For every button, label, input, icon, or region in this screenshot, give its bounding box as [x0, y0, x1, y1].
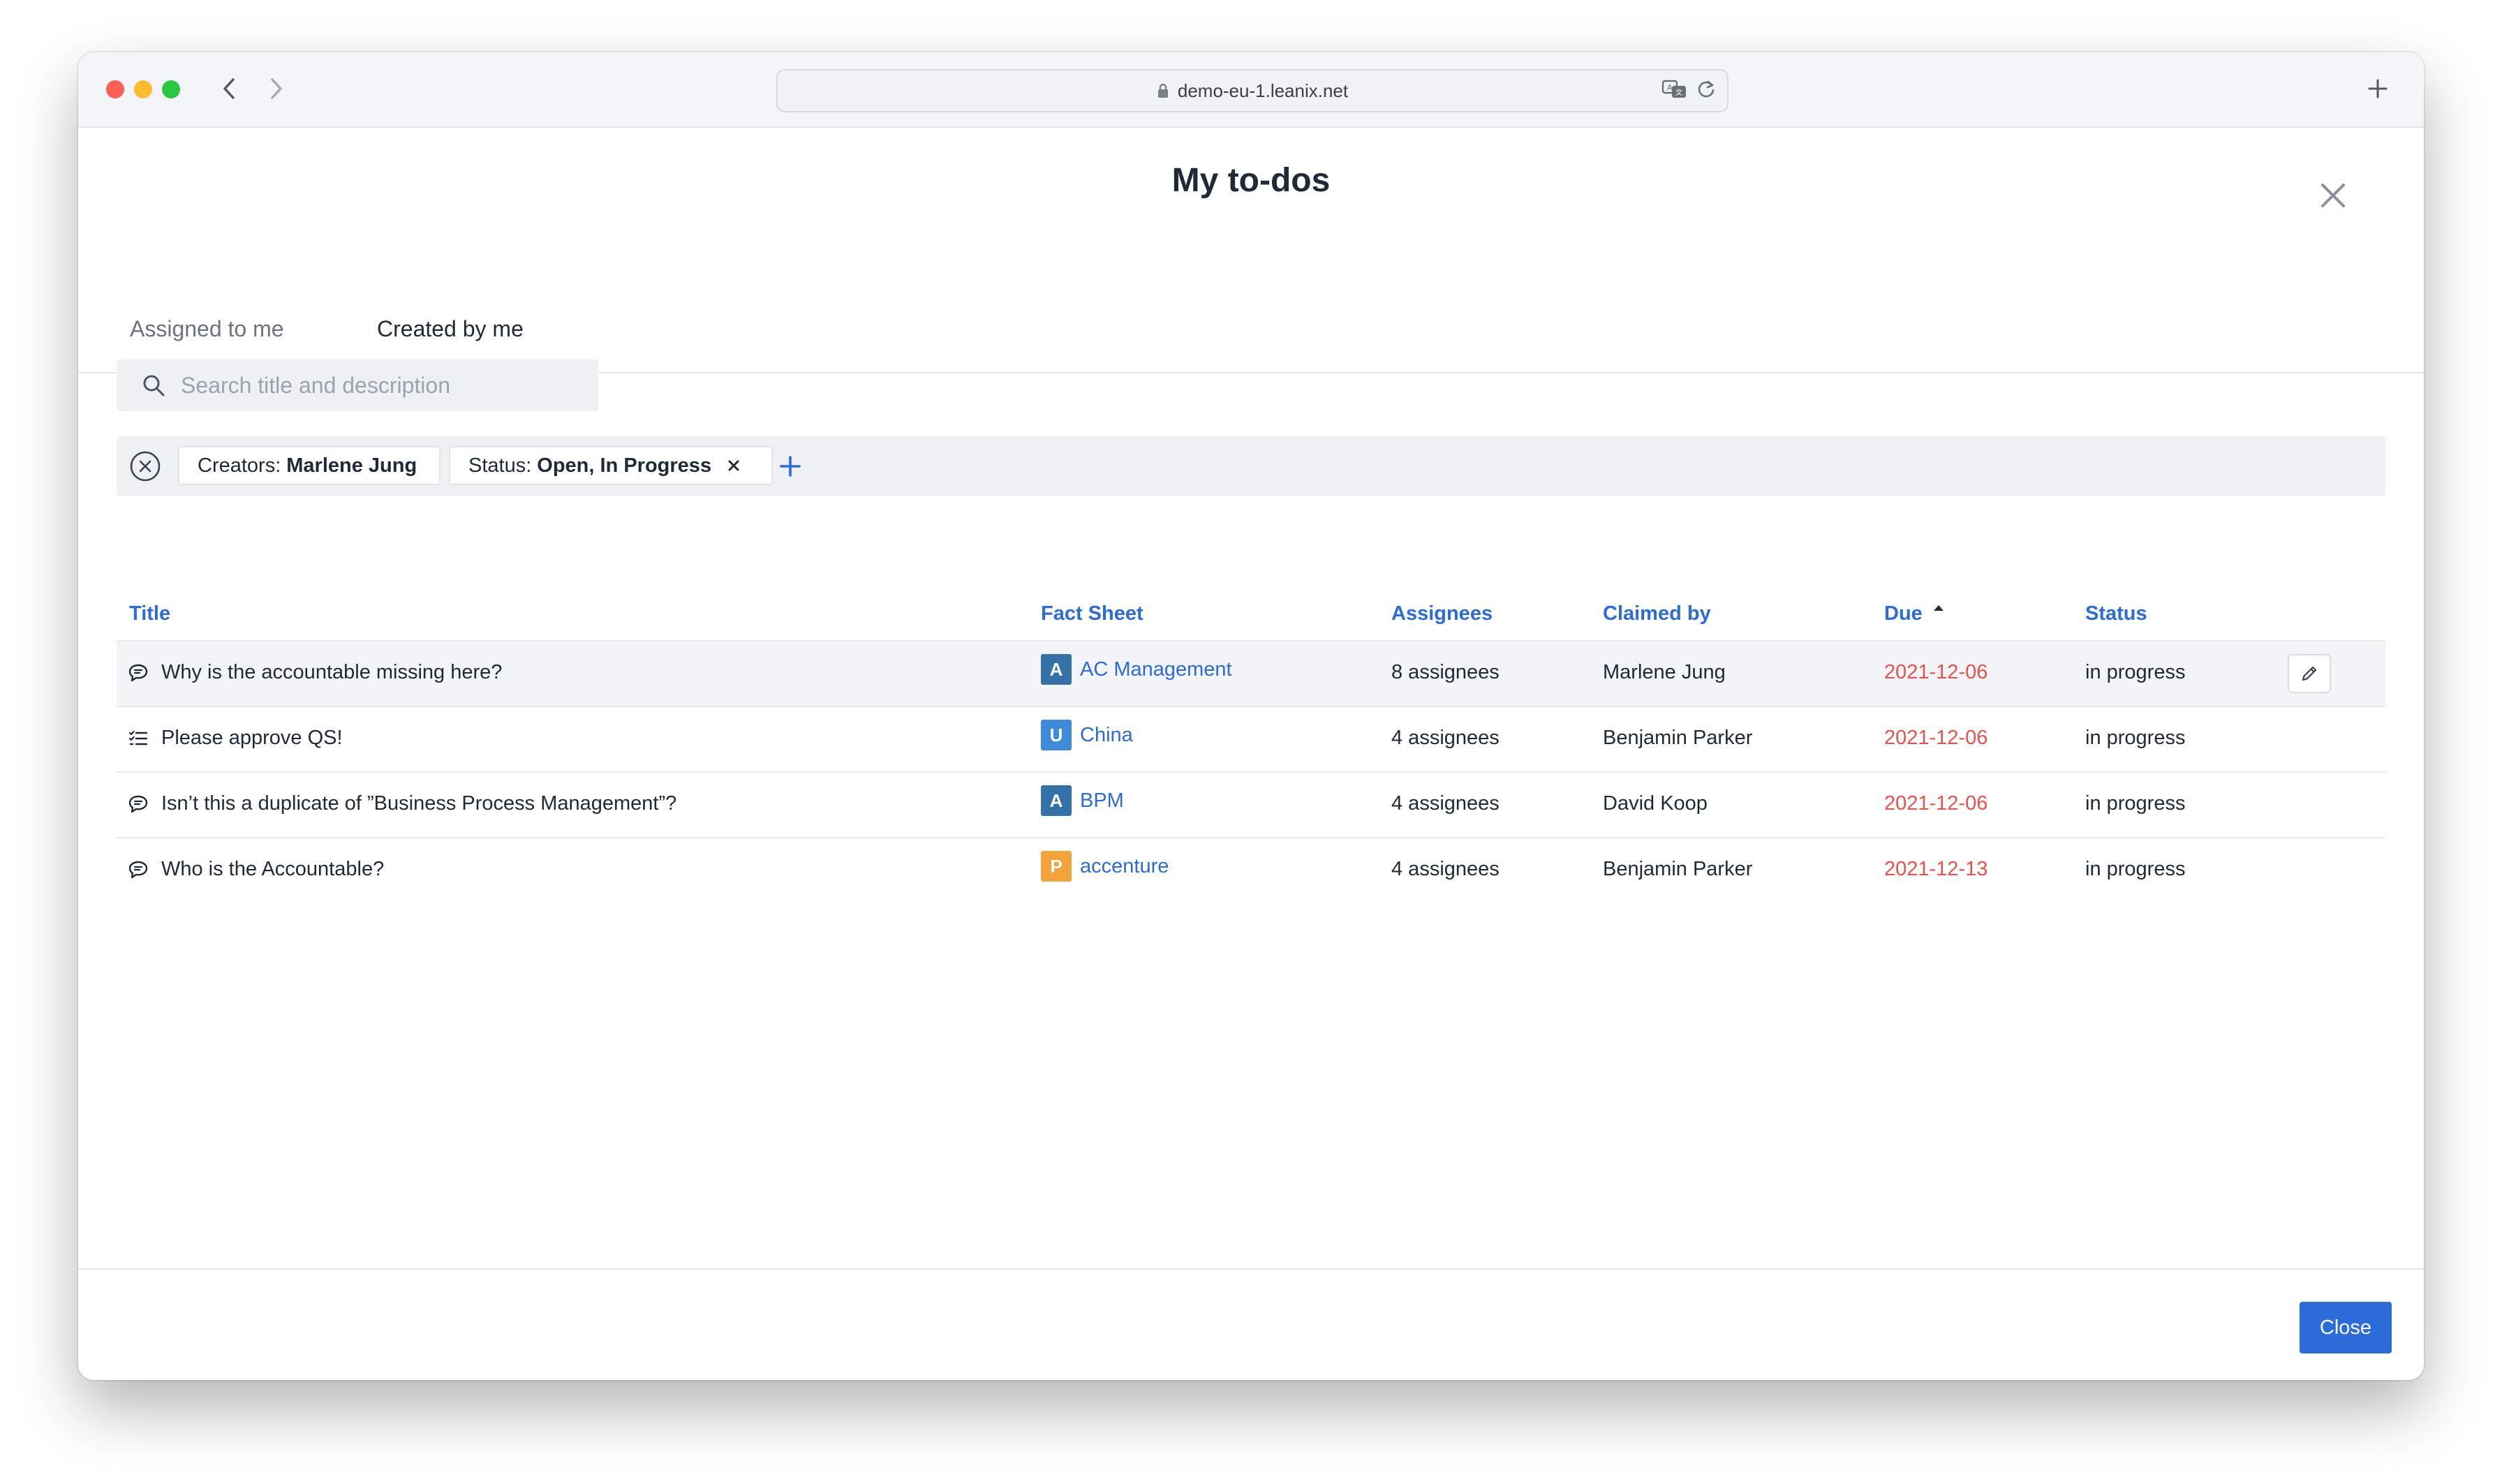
address-bar[interactable]: demo-eu-1.leanix.net A文 [776, 69, 1729, 112]
search-box [117, 359, 598, 411]
edit-button[interactable] [2288, 654, 2331, 693]
comment-icon [128, 794, 149, 815]
due-date-cell: 2021-12-13 [1884, 858, 1988, 880]
comment-icon [128, 859, 149, 880]
fact-sheet-link[interactable]: China [1080, 724, 1133, 747]
table-row[interactable]: Please approve QS! U China 4 assignees B… [117, 707, 2385, 773]
plus-icon [780, 456, 801, 477]
todo-title-link[interactable]: Who is the Accountable? [161, 858, 384, 881]
fact-sheet-cell: U China [1041, 720, 1133, 750]
plus-icon [2368, 79, 2388, 98]
column-header-fact-sheet[interactable]: Fact Sheet [1041, 602, 1143, 625]
table-row[interactable]: Isn’t this a duplicate of ”Business Proc… [117, 773, 2385, 838]
column-header-due[interactable]: Due [1884, 602, 1945, 625]
back-button[interactable] [211, 71, 247, 107]
lock-icon [1157, 82, 1169, 99]
close-icon [2321, 184, 2345, 207]
filter-key: Status: [468, 454, 532, 477]
filter-chip-creators[interactable]: Creators: Marlene Jung [178, 446, 441, 485]
table-row[interactable]: Who is the Accountable? P accenture 4 as… [117, 838, 2385, 904]
tab-assigned-to-me[interactable]: Assigned to me [130, 316, 284, 342]
browser-toolbar: demo-eu-1.leanix.net A文 [78, 52, 2424, 128]
status-cell: in progress [2085, 661, 2186, 683]
clear-filters-button[interactable] [129, 450, 161, 482]
filter-bar: Creators: Marlene Jung Status: Open, In … [117, 436, 2385, 496]
comment-icon [128, 662, 149, 683]
clear-circle-icon [130, 451, 161, 482]
todo-title-link[interactable]: Please approve QS! [161, 727, 343, 750]
new-tab-button[interactable] [2360, 71, 2396, 107]
assignees-cell[interactable]: 4 assignees [1391, 858, 1500, 881]
forward-button[interactable] [258, 71, 295, 107]
status-cell: in progress [2085, 858, 2186, 880]
fact-sheet-cell: A BPM [1041, 785, 1124, 816]
claimed-by-cell: Benjamin Parker [1603, 858, 1753, 880]
fact-sheet-type-badge: A [1041, 654, 1072, 685]
filter-values: Marlene Jung [286, 454, 417, 477]
fact-sheet-type-badge: U [1041, 720, 1072, 750]
column-header-title[interactable]: Title [129, 602, 170, 625]
footer-divider [78, 1268, 2424, 1270]
fact-sheet-type-badge: P [1041, 851, 1072, 882]
claimed-by-cell: Marlene Jung [1603, 661, 1726, 683]
zoom-window-button[interactable] [162, 80, 180, 98]
chevron-left-icon [223, 78, 235, 99]
todo-title-link[interactable]: Why is the accountable missing here? [161, 661, 502, 684]
assignees-cell[interactable]: 4 assignees [1391, 727, 1500, 750]
due-date-cell: 2021-12-06 [1884, 727, 1988, 749]
column-header-assignees[interactable]: Assignees [1391, 602, 1493, 625]
add-filter-button[interactable] [774, 450, 806, 482]
column-header-due-label: Due [1884, 602, 1923, 625]
checklist-icon [128, 728, 149, 749]
filter-key: Creators: [198, 454, 281, 477]
due-date-cell: 2021-12-06 [1884, 792, 1988, 815]
fact-sheet-link[interactable]: BPM [1080, 789, 1124, 813]
translate-icon[interactable]: A文 [1661, 79, 1688, 105]
minimize-window-button[interactable] [134, 80, 152, 98]
fact-sheet-cell: P accenture [1041, 851, 1169, 882]
assignees-cell[interactable]: 4 assignees [1391, 792, 1500, 815]
assignees-cell[interactable]: 8 assignees [1391, 661, 1500, 684]
sort-ascending-icon [1933, 605, 1944, 611]
browser-window: demo-eu-1.leanix.net A文 My to-dos Assign… [78, 52, 2424, 1380]
status-cell: in progress [2085, 727, 2186, 749]
column-header-status[interactable]: Status [2085, 602, 2147, 625]
claimed-by-cell: Benjamin Parker [1603, 727, 1753, 749]
remove-filter-icon[interactable] [727, 459, 741, 473]
column-header-claimed-by[interactable]: Claimed by [1603, 602, 1711, 625]
pencil-icon [2302, 666, 2317, 681]
modal-title: My to-dos [1171, 162, 1331, 199]
fact-sheet-link[interactable]: AC Management [1080, 658, 1232, 681]
reload-icon[interactable] [1696, 80, 1716, 104]
tab-created-by-me[interactable]: Created by me [377, 316, 524, 342]
fact-sheet-type-badge: A [1041, 785, 1072, 816]
todo-title-link[interactable]: Isn’t this a duplicate of ”Business Proc… [161, 792, 676, 815]
close-window-button[interactable] [106, 80, 124, 98]
close-button[interactable]: Close [2300, 1302, 2392, 1353]
svg-text:A: A [1667, 83, 1673, 92]
url-text: demo-eu-1.leanix.net [1177, 80, 1349, 101]
svg-text:文: 文 [1675, 88, 1682, 97]
close-modal-button[interactable] [2312, 175, 2354, 216]
status-cell: in progress [2085, 792, 2186, 815]
filter-values: Open, In Progress [537, 454, 712, 477]
chevron-right-icon [271, 78, 282, 99]
filter-chip-status[interactable]: Status: Open, In Progress [449, 446, 773, 485]
table-row[interactable]: Why is the accountable missing here? A A… [117, 641, 2385, 707]
search-icon [142, 373, 165, 397]
fact-sheet-cell: A AC Management [1041, 654, 1232, 685]
claimed-by-cell: David Koop [1603, 792, 1708, 815]
due-date-cell: 2021-12-06 [1884, 661, 1988, 683]
fact-sheet-link[interactable]: accenture [1080, 855, 1169, 878]
search-input[interactable] [179, 371, 573, 399]
